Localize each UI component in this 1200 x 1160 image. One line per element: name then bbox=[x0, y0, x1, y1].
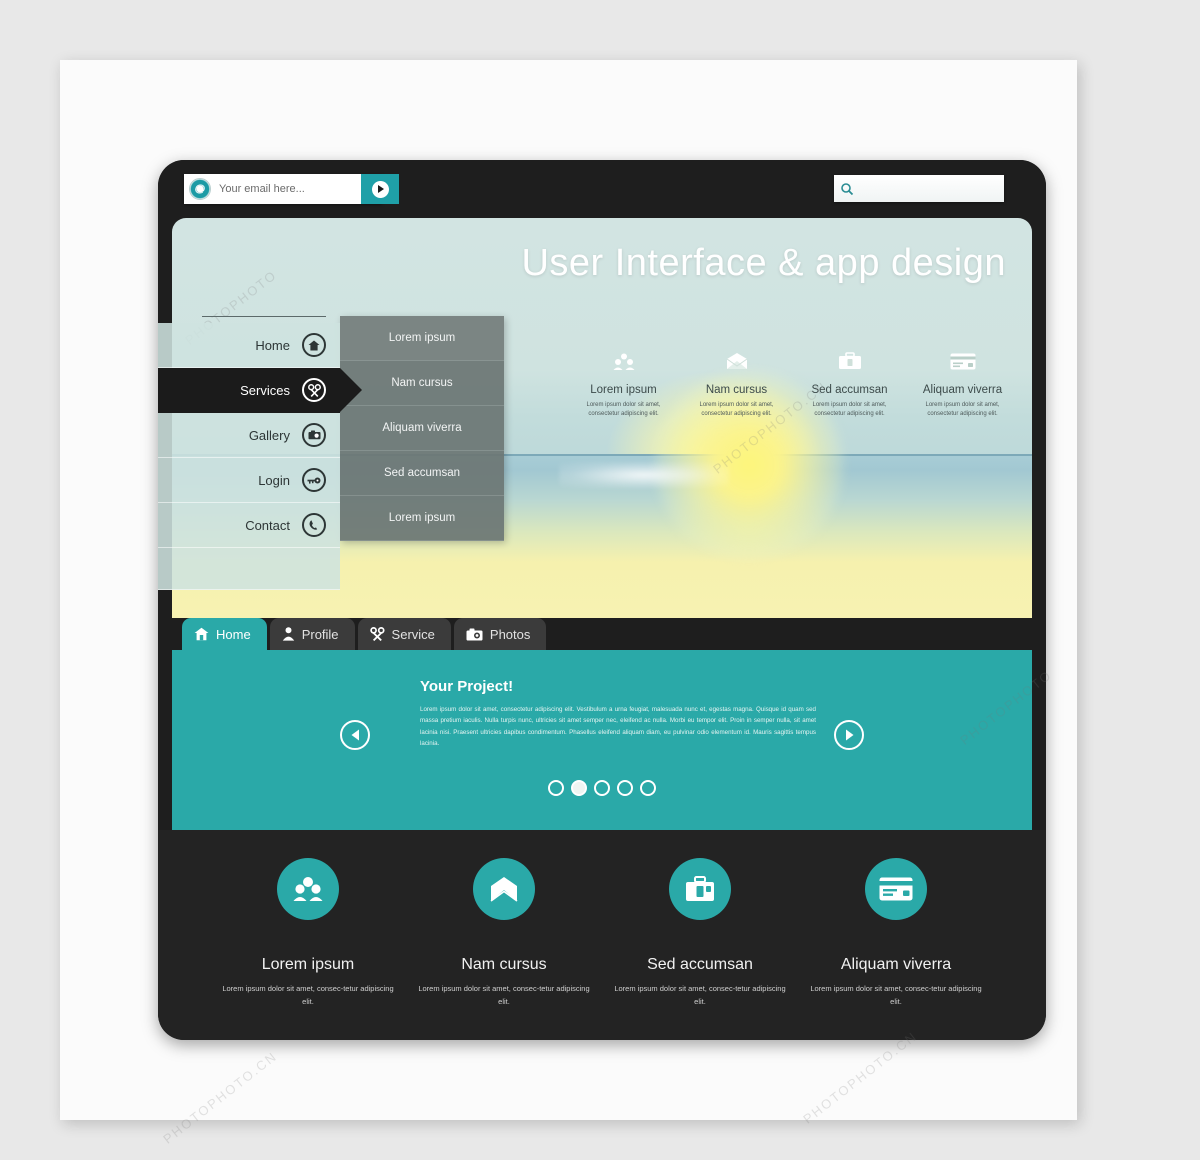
camera-icon bbox=[302, 423, 326, 447]
tab-label: Photos bbox=[489, 626, 531, 642]
submenu-item[interactable]: Nam cursus bbox=[340, 361, 504, 406]
footer-column[interactable]: Nam cursus Lorem ipsum dolor sit amet, c… bbox=[406, 858, 602, 1040]
hero-title: User Interface & app design bbox=[521, 242, 1006, 284]
device-frame: User Interface & app design Lorem ipsum … bbox=[158, 160, 1046, 1040]
sidebar-item-login[interactable]: Login bbox=[158, 458, 340, 503]
hero-feature-desc: Lorem ipsum dolor sit amet, consectetur … bbox=[925, 402, 1000, 417]
hero-feature-title: Sed accumsan bbox=[811, 384, 888, 396]
envelope-icon bbox=[684, 348, 789, 374]
footer-title: Sed accumsan bbox=[647, 956, 753, 973]
wrench-icon bbox=[302, 378, 326, 402]
person-icon bbox=[282, 627, 295, 641]
credit-card-icon bbox=[910, 348, 1015, 374]
hero-feature-desc: Lorem ipsum dolor sit amet, consectetur … bbox=[586, 402, 661, 417]
sidebar-item-label: Login bbox=[258, 472, 290, 488]
hero-feature-title: Lorem ipsum bbox=[590, 384, 657, 396]
tab-home[interactable]: Home bbox=[182, 618, 267, 650]
sidebar-divider bbox=[202, 316, 326, 317]
footer-column[interactable]: Lorem ipsum Lorem ipsum dolor sit amet, … bbox=[210, 858, 406, 1040]
sidebar-item-services[interactable]: Services bbox=[158, 368, 362, 413]
slider-next-button[interactable] bbox=[834, 720, 864, 750]
at-icon bbox=[189, 178, 211, 200]
slider-dot[interactable] bbox=[640, 780, 656, 796]
sidebar-nav: Home Services Gallery Login Contact bbox=[158, 316, 362, 590]
email-input[interactable] bbox=[211, 183, 361, 195]
submenu-item[interactable]: Sed accumsan bbox=[340, 451, 504, 496]
hero-sun-reflection bbox=[559, 462, 729, 488]
project-slider: Your Project! Lorem ipsum dolor sit amet… bbox=[172, 650, 1032, 830]
slider-text: Lorem ipsum dolor sit amet, consectetur … bbox=[420, 706, 816, 748]
subscribe-submit-button[interactable] bbox=[361, 174, 399, 204]
wrench-icon bbox=[369, 627, 385, 641]
hero-feature-title: Aliquam viverra bbox=[922, 384, 1003, 396]
top-bar bbox=[158, 160, 1046, 218]
sidebar-filler bbox=[158, 548, 340, 590]
briefcase-icon bbox=[669, 858, 731, 920]
search-box bbox=[834, 175, 1004, 202]
hero-feature-list: Lorem ipsum Lorem ipsum dolor sit amet, … bbox=[567, 348, 1019, 419]
services-submenu: Lorem ipsum Nam cursus Aliquam viverra S… bbox=[340, 316, 504, 541]
people-icon bbox=[277, 858, 339, 920]
footer-features: Lorem ipsum Lorem ipsum dolor sit amet, … bbox=[158, 830, 1046, 1040]
slider-dots bbox=[172, 780, 1032, 796]
hero-feature[interactable]: Nam cursus Lorem ipsum dolor sit amet, c… bbox=[680, 348, 793, 419]
submenu-item[interactable]: Aliquam viverra bbox=[340, 406, 504, 451]
slider-dot[interactable] bbox=[548, 780, 564, 796]
footer-title: Nam cursus bbox=[461, 956, 547, 973]
slider-title: Your Project! bbox=[420, 678, 514, 695]
tab-profile[interactable]: Profile bbox=[269, 618, 355, 650]
slider-dot[interactable] bbox=[617, 780, 633, 796]
sidebar-item-label: Services bbox=[240, 382, 290, 398]
tab-bar: Home Profile Service Photos bbox=[172, 618, 1032, 650]
briefcase-icon bbox=[797, 348, 902, 374]
submenu-item[interactable]: Lorem ipsum bbox=[340, 496, 504, 541]
hero-feature[interactable]: Sed accumsan Lorem ipsum dolor sit amet,… bbox=[793, 348, 906, 419]
phone-icon bbox=[302, 513, 326, 537]
people-icon bbox=[571, 348, 676, 374]
tab-label: Profile bbox=[301, 626, 339, 642]
chevron-right-icon bbox=[845, 729, 853, 741]
search-icon bbox=[841, 182, 854, 195]
footer-desc: Lorem ipsum dolor sit amet, consec-tetur… bbox=[614, 984, 786, 1006]
email-subscribe-bar bbox=[184, 174, 399, 204]
tab-service[interactable]: Service bbox=[357, 618, 451, 650]
submenu-item[interactable]: Lorem ipsum bbox=[340, 316, 504, 361]
slider-dot[interactable] bbox=[594, 780, 610, 796]
hero-feature-title: Nam cursus bbox=[705, 384, 768, 396]
footer-desc: Lorem ipsum dolor sit amet, consec-tetur… bbox=[222, 984, 394, 1006]
sidebar-item-label: Home bbox=[255, 337, 290, 353]
footer-desc: Lorem ipsum dolor sit amet, consec-tetur… bbox=[418, 984, 590, 1006]
envelope-icon bbox=[473, 858, 535, 920]
home-icon bbox=[302, 333, 326, 357]
camera-icon bbox=[466, 628, 483, 641]
chevron-left-icon bbox=[351, 729, 359, 741]
home-icon bbox=[194, 627, 209, 641]
footer-column[interactable]: Aliquam viverra Lorem ipsum dolor sit am… bbox=[798, 858, 994, 1040]
sidebar-item-home[interactable]: Home bbox=[158, 323, 340, 368]
footer-title: Lorem ipsum bbox=[261, 956, 355, 973]
tab-label: Home bbox=[216, 626, 251, 642]
hero-feature-desc: Lorem ipsum dolor sit amet, consectetur … bbox=[699, 402, 774, 417]
slider-dot-active[interactable] bbox=[571, 780, 587, 796]
tab-photos[interactable]: Photos bbox=[453, 618, 547, 650]
slider-prev-button[interactable] bbox=[340, 720, 370, 750]
footer-column[interactable]: Sed accumsan Lorem ipsum dolor sit amet,… bbox=[602, 858, 798, 1040]
play-icon bbox=[371, 180, 389, 198]
credit-card-icon bbox=[865, 858, 927, 920]
sidebar-item-label: Gallery bbox=[248, 427, 290, 443]
search-input[interactable] bbox=[854, 182, 1004, 195]
sidebar-item-label: Contact bbox=[245, 517, 290, 533]
hero-feature[interactable]: Lorem ipsum Lorem ipsum dolor sit amet, … bbox=[567, 348, 680, 419]
hero-feature[interactable]: Aliquam viverra Lorem ipsum dolor sit am… bbox=[906, 348, 1019, 419]
sidebar-item-gallery[interactable]: Gallery bbox=[158, 413, 340, 458]
key-icon bbox=[302, 468, 326, 492]
footer-desc: Lorem ipsum dolor sit amet, consec-tetur… bbox=[810, 984, 982, 1006]
hero-feature-desc: Lorem ipsum dolor sit amet, consectetur … bbox=[812, 402, 887, 417]
sidebar-item-contact[interactable]: Contact bbox=[158, 503, 340, 548]
tab-label: Service bbox=[391, 626, 435, 642]
footer-title: Aliquam viverra bbox=[840, 956, 952, 973]
